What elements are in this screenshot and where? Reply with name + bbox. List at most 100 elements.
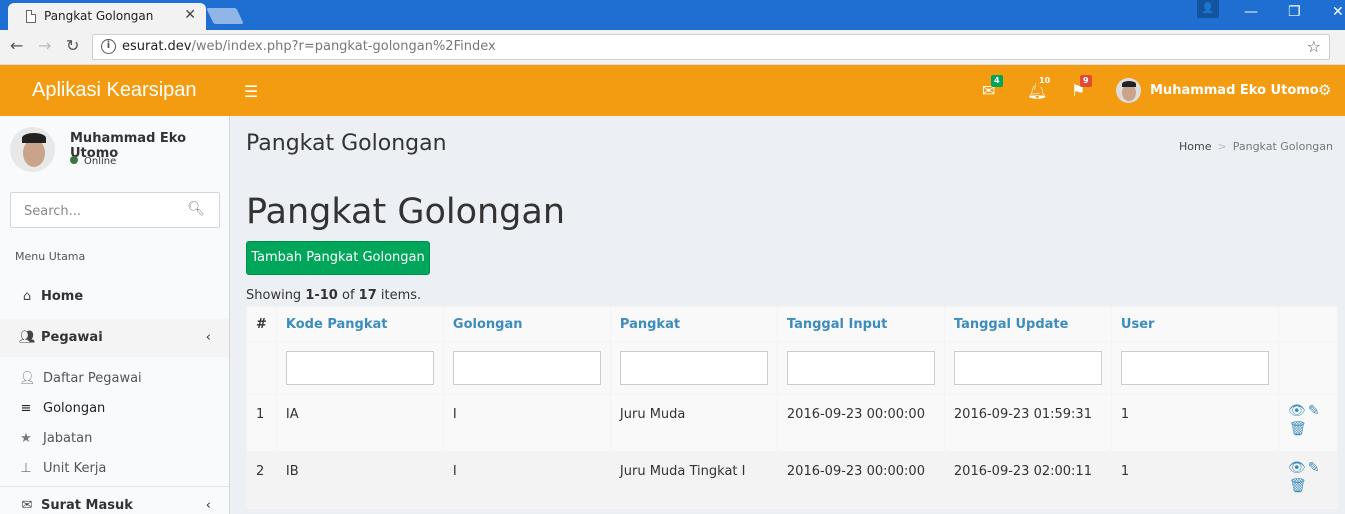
breadcrumb: Home > Pangkat Golongan (1179, 140, 1333, 153)
star-icon: ★ (20, 431, 32, 446)
column-header-golongan[interactable]: Golongan (442, 306, 611, 342)
users-icon: 👥︎ (19, 330, 36, 345)
new-tab-button[interactable] (206, 8, 244, 24)
pangkat-golongan-table: # Kode Pangkat Golongan Pangkat Tanggal … (246, 306, 1338, 509)
sidebar-user-avatar (10, 127, 55, 172)
cell-actions: 👁︎ ✎ 🗑︎ (1277, 451, 1338, 509)
address-bar[interactable]: i esurat.dev/web/index.php?r=pangkat-gol… (92, 34, 1330, 60)
back-icon[interactable]: ← (10, 36, 23, 55)
main-content: Pangkat Golongan Home > Pangkat Golongan P… (231, 116, 1345, 514)
url-text: esurat.dev/web/index.php?r=pangkat-golon… (122, 39, 496, 54)
delete-trash-icon[interactable]: 🗑︎ (1289, 478, 1307, 494)
sidebar-item-unit-kerja[interactable]: ⊥ Unit Kerja (0, 454, 229, 484)
menu-toggle-icon[interactable]: ☰ (244, 82, 258, 101)
column-header-number: # (246, 306, 277, 342)
mail-count-badge: 4 (991, 75, 1003, 87)
table-header-row: # Kode Pangkat Golongan Pangkat Tanggal … (246, 306, 1338, 342)
view-eye-icon[interactable]: 👁︎ (1288, 460, 1306, 476)
cell-tanggal-input: 2016-09-23 00:00:00 (776, 394, 945, 452)
info-icon[interactable]: i (101, 39, 116, 54)
online-dot-icon (70, 156, 78, 164)
filter-row (246, 341, 1338, 395)
minimize-button[interactable]: — (1244, 4, 1258, 20)
sidebar-item-daftar-pegawai[interactable]: 👤︎ Daftar Pegawai (0, 364, 229, 394)
filter-tanggal-update-input[interactable] (953, 351, 1102, 385)
table-row: 2 IB I Juru Muda Tingkat I 2016-09-23 00… (246, 451, 1338, 509)
chevron-left-icon: ‹ (205, 498, 211, 513)
cell-pangkat: Juru Muda Tingkat I (609, 451, 778, 509)
tab-title: Pangkat Golongan (44, 9, 154, 23)
column-header-tanggal-input[interactable]: Tanggal Input (776, 306, 945, 342)
cell-golongan: I (442, 394, 611, 452)
delete-trash-icon[interactable]: 🗑︎ (1289, 421, 1307, 437)
user-icon: 👤︎ (19, 371, 36, 386)
user-menu[interactable]: Muhammad Eko Utomo (1150, 83, 1319, 98)
view-eye-icon[interactable]: 👁︎ (1288, 403, 1306, 419)
column-header-pangkat[interactable]: Pangkat (609, 306, 778, 342)
cell-user: 1 (1110, 394, 1279, 452)
bookmark-star-icon[interactable]: ☆ (1307, 37, 1321, 56)
column-header-user[interactable]: User (1110, 306, 1279, 342)
sidebar: Muhammad Eko Utomo Online Search... 🔍︎ M… (0, 116, 230, 514)
sidebar-item-surat-masuk[interactable]: ✉ Surat Masuk ‹ (0, 486, 229, 514)
cell-kode-pangkat: IA (275, 394, 444, 452)
cell-tanggal-input: 2016-09-23 00:00:00 (776, 451, 945, 509)
sidebar-item-golongan[interactable]: ≡ Golongan (0, 394, 229, 424)
filter-tanggal-input-input[interactable] (786, 351, 935, 385)
search-icon[interactable]: 🔍︎ (187, 201, 205, 217)
filter-user-input[interactable] (1120, 351, 1269, 385)
cell-tanggal-update: 2016-09-23 02:00:11 (943, 451, 1112, 509)
breadcrumb-separator: > (1217, 140, 1227, 153)
restore-button[interactable]: ❐ (1288, 4, 1301, 20)
bell-icon[interactable]: 🔔︎ 10 (1027, 75, 1054, 100)
list-icon: ≡ (20, 401, 32, 416)
breadcrumb-home[interactable]: Home (1179, 140, 1211, 153)
online-status[interactable]: Online (70, 156, 116, 167)
notification-count-badge: 10 (1036, 75, 1054, 87)
sidebar-item-jabatan[interactable]: ★ Jabatan (0, 424, 229, 454)
cell-pangkat: Juru Muda (609, 394, 778, 452)
search-placeholder: Search... (24, 204, 82, 219)
browser-tabstrip: Pangkat Golongan ✕ 👤 — ❐ ✕ (0, 0, 1345, 30)
envelope-icon[interactable]: ✉ 4 (982, 75, 1003, 100)
edit-pencil-icon[interactable]: ✎ (1308, 403, 1320, 419)
chevron-left-icon: ‹ (205, 330, 211, 345)
filter-pangkat-input[interactable] (619, 351, 768, 385)
add-pangkat-golongan-button[interactable]: Tambah Pangkat Golongan (246, 241, 430, 275)
pagination-summary: Showing 1-10 of 17 items. (246, 288, 422, 303)
browser-tab[interactable]: Pangkat Golongan ✕ (8, 3, 206, 30)
filter-golongan-input[interactable] (452, 351, 601, 385)
sitemap-icon: ⊥ (20, 461, 32, 476)
column-header-tanggal-update[interactable]: Tanggal Update (943, 306, 1112, 342)
cell-tanggal-update: 2016-09-23 01:59:31 (943, 394, 1112, 452)
sidebar-item-pegawai[interactable]: 👥︎ Pegawai ‹ (0, 319, 229, 357)
app-header: Aplikasi Kearsipan ☰ ✉ 4 🔔︎ 10 ⚑ 9 Muham… (0, 65, 1345, 116)
page-header: Pangkat Golongan (246, 131, 447, 156)
menu-header: Menu Utama (15, 250, 86, 263)
sidebar-search-input[interactable]: Search... 🔍︎ (10, 192, 220, 228)
cell-actions: 👁︎ ✎ 🗑︎ (1277, 394, 1338, 452)
tab-close-button[interactable]: ✕ (184, 7, 196, 23)
page-title: Pangkat Golongan (246, 192, 566, 232)
forward-icon[interactable]: → (38, 36, 51, 55)
reload-icon[interactable]: ↻ (66, 36, 79, 55)
browser-toolbar: ← → ↻ i esurat.dev/web/index.php?r=pangk… (0, 30, 1345, 65)
filter-kode-pangkat-input[interactable] (285, 351, 434, 385)
row-number: 1 (246, 394, 277, 452)
breadcrumb-current: Pangkat Golongan (1232, 140, 1333, 153)
gears-icon[interactable]: ⚙ (1318, 81, 1331, 99)
profile-icon[interactable]: 👤 (1197, 0, 1219, 18)
cell-user: 1 (1110, 451, 1279, 509)
column-header-kode-pangkat[interactable]: Kode Pangkat (275, 306, 444, 342)
cell-golongan: I (442, 451, 611, 509)
column-header-actions (1277, 306, 1338, 342)
app-logo[interactable]: Aplikasi Kearsipan (32, 79, 197, 102)
home-icon: ⌂ (22, 289, 32, 304)
envelope-icon: ✉ (21, 498, 33, 513)
sidebar-item-home[interactable]: ⌂ Home (0, 278, 229, 316)
close-window-button[interactable]: ✕ (1332, 4, 1344, 20)
edit-pencil-icon[interactable]: ✎ (1308, 460, 1320, 476)
document-icon (26, 10, 36, 23)
user-avatar[interactable] (1116, 78, 1141, 103)
flag-icon[interactable]: ⚑ 9 (1071, 75, 1092, 100)
